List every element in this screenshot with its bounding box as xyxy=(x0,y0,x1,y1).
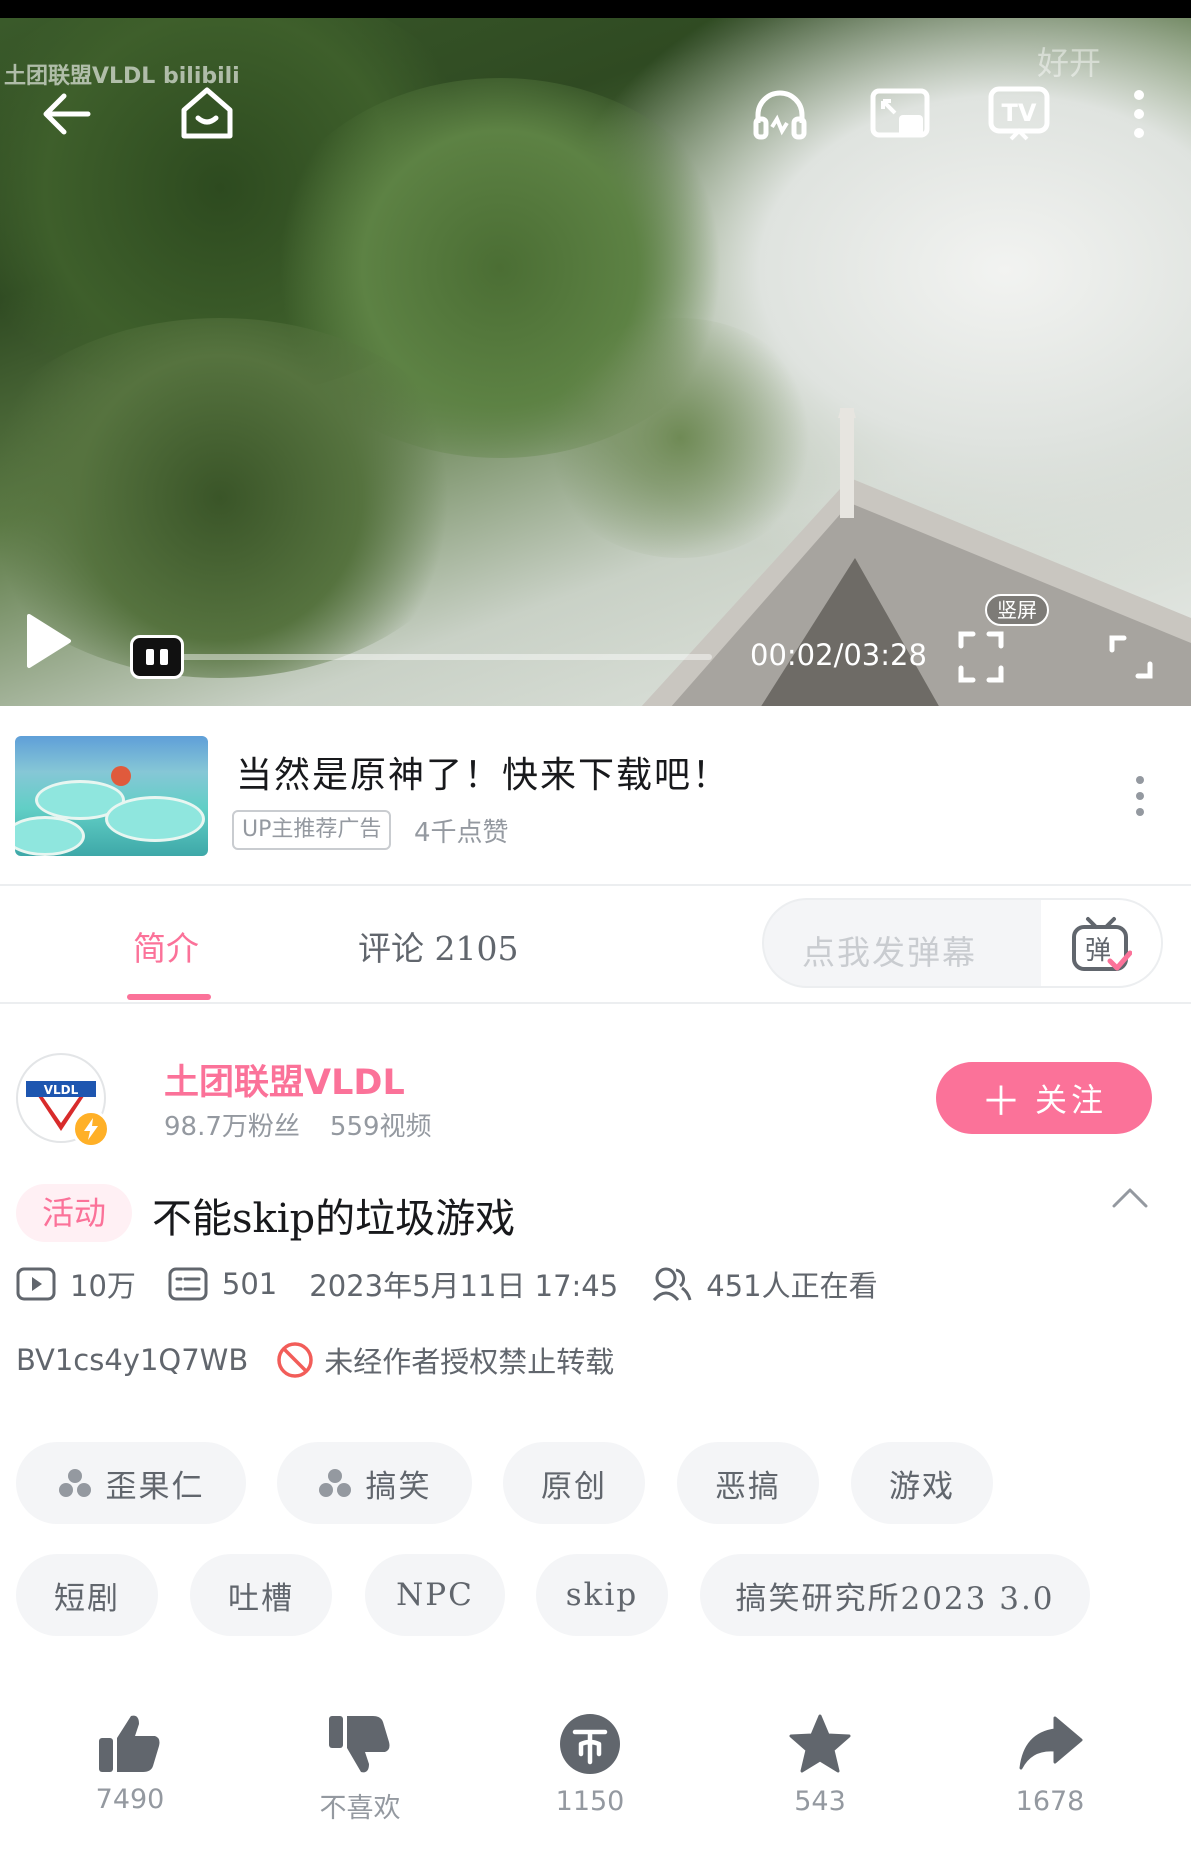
uploader-name[interactable]: 土团联盟VLDL xyxy=(164,1054,405,1105)
tag-item[interactable]: 歪果仁 xyxy=(16,1442,246,1524)
play-icon[interactable] xyxy=(20,610,76,672)
like-count: 7490 xyxy=(95,1784,165,1815)
play-count-icon xyxy=(16,1267,56,1301)
tag-label: 短剧 xyxy=(54,1580,120,1617)
tag-label: 游戏 xyxy=(889,1468,955,1505)
danmaku-count-icon xyxy=(168,1267,208,1301)
pip-icon[interactable] xyxy=(868,84,932,144)
fullscreen-icon[interactable] xyxy=(1106,632,1156,682)
video-count: 559视频 xyxy=(329,1112,432,1142)
danmaku-count: 501 xyxy=(168,1267,277,1301)
ad-thumbnail[interactable] xyxy=(15,736,208,856)
tag-item[interactable]: 搞笑研究所2023 3.0 xyxy=(700,1554,1090,1636)
thumbs-up-icon xyxy=(99,1715,160,1772)
tab-bar: 简介 评论 2105 点我发弹幕 弹 xyxy=(0,886,1191,1004)
tv-cast-icon[interactable]: TV xyxy=(986,82,1052,146)
forbidden-icon xyxy=(277,1342,314,1378)
video-title: 不能skip的垃圾游戏 xyxy=(152,1196,516,1242)
ad-card[interactable]: 当然是原神了！快来下载吧！ UP主推荐广告 4千点赞 xyxy=(0,706,1191,886)
more-icon[interactable] xyxy=(1124,84,1154,144)
home-icon[interactable] xyxy=(176,82,238,144)
tag-label: 搞笑研究所2023 3.0 xyxy=(735,1580,1055,1617)
danmaku-placeholder: 点我发弹幕 xyxy=(802,933,977,972)
danmaku-settings-button[interactable]: 弹 xyxy=(1041,900,1161,986)
tab-comments[interactable]: 评论 2105 xyxy=(358,922,518,970)
ad-title[interactable]: 当然是原神了！快来下载吧！ xyxy=(236,746,730,798)
follow-button[interactable]: ＋ 关注 xyxy=(936,1062,1152,1134)
verified-badge-icon xyxy=(72,1110,110,1148)
uploader-stats: 98.7万粉丝 559视频 xyxy=(164,1106,432,1143)
tag-item[interactable]: 搞笑 xyxy=(277,1442,472,1524)
favorite-count: 543 xyxy=(794,1786,846,1817)
view-count: 10万 xyxy=(16,1263,136,1305)
vertical-screen-label[interactable]: 竖屏 xyxy=(985,594,1049,626)
favorite-button[interactable]: 543 xyxy=(750,1712,890,1817)
ad-like-count: 4千点赞 xyxy=(414,818,509,848)
progress-knob-icon[interactable] xyxy=(130,635,184,679)
tag-item[interactable]: skip xyxy=(536,1554,668,1636)
view-count-value: 10万 xyxy=(70,1269,136,1303)
dislike-button[interactable]: 不喜欢 xyxy=(290,1712,430,1825)
tag-item[interactable]: NPC xyxy=(365,1554,505,1636)
tag-item[interactable]: 吐槽 xyxy=(190,1554,332,1636)
tag-label: 吐槽 xyxy=(228,1580,294,1617)
thumbs-down-icon xyxy=(329,1716,390,1773)
share-count: 1678 xyxy=(1015,1786,1085,1817)
chevron-up-icon[interactable] xyxy=(1110,1186,1160,1216)
activity-badge[interactable]: 活动 xyxy=(16,1184,132,1242)
bvid-row: BV1cs4y1Q7WB 未经作者授权禁止转载 xyxy=(16,1338,614,1382)
topic-icon xyxy=(318,1469,351,1497)
ad-more-icon[interactable] xyxy=(1125,766,1155,826)
fans-count: 98.7万粉丝 xyxy=(164,1112,300,1142)
status-bar xyxy=(0,0,1191,18)
svg-text:TV: TV xyxy=(1002,99,1037,127)
tab-active-indicator xyxy=(127,994,211,1000)
svg-text:VLDL: VLDL xyxy=(44,1083,79,1097)
coin-count: 1150 xyxy=(555,1786,625,1817)
tag-item[interactable]: 恶搞 xyxy=(677,1442,819,1524)
back-arrow-icon[interactable] xyxy=(36,84,96,144)
tag-label: 原创 xyxy=(541,1468,607,1505)
tab-intro[interactable]: 简介 xyxy=(133,922,199,970)
watching-count: 451人正在看 xyxy=(652,1263,878,1305)
star-icon xyxy=(789,1714,851,1773)
share-arrow-icon xyxy=(1019,1716,1083,1770)
follow-label: 关注 xyxy=(1034,1081,1107,1119)
danmaku-icon: 弹 xyxy=(1072,917,1132,971)
topic-icon xyxy=(58,1469,91,1497)
danmaku-input[interactable]: 点我发弹幕 弹 xyxy=(762,898,1163,988)
plus-icon: ＋ xyxy=(980,1079,1021,1125)
tag-item[interactable]: 短剧 xyxy=(16,1554,158,1636)
video-meta-row: 10万 501 2023年5月11日 17:45 451人正在看 xyxy=(16,1262,910,1306)
tag-label: skip xyxy=(565,1577,639,1613)
tag-item[interactable]: 游戏 xyxy=(851,1442,993,1524)
share-button[interactable]: 1678 xyxy=(980,1712,1120,1817)
coin-button[interactable]: 1150 xyxy=(520,1712,660,1817)
ad-badge: UP主推荐广告 xyxy=(232,810,392,850)
video-overlay-text: 好开 xyxy=(1036,44,1101,82)
svg-text:弹: 弹 xyxy=(1085,936,1111,966)
danmaku-count-value: 501 xyxy=(221,1267,278,1301)
like-button[interactable]: 7490 xyxy=(60,1712,200,1815)
viewers-icon xyxy=(653,1267,692,1302)
copyright-text: 未经作者授权禁止转载 xyxy=(324,1345,615,1379)
dislike-label: 不喜欢 xyxy=(319,1793,401,1824)
copyright-notice: 未经作者授权禁止转载 xyxy=(276,1339,614,1381)
headphones-icon[interactable] xyxy=(750,84,810,144)
time-display: 00:02/03:28 xyxy=(750,638,927,672)
fullscreen-bracket-icon[interactable] xyxy=(956,630,1006,684)
bvid[interactable]: BV1cs4y1Q7WB xyxy=(16,1343,248,1377)
tag-item[interactable]: 原创 xyxy=(503,1442,645,1524)
tag-label: 歪果仁 xyxy=(105,1468,205,1505)
tag-label: NPC xyxy=(396,1577,474,1613)
watching-count-value: 451人正在看 xyxy=(706,1269,878,1303)
video-player[interactable]: 土团联盟VLDL bilibili 好开 TV 00:02/03:28 竖屏 xyxy=(0,18,1191,706)
progress-bar[interactable] xyxy=(160,654,712,660)
publish-date: 2023年5月11日 17:45 xyxy=(309,1269,619,1303)
tag-label: 恶搞 xyxy=(715,1468,781,1505)
tag-label: 搞笑 xyxy=(365,1468,432,1505)
coin-icon xyxy=(560,1714,620,1774)
